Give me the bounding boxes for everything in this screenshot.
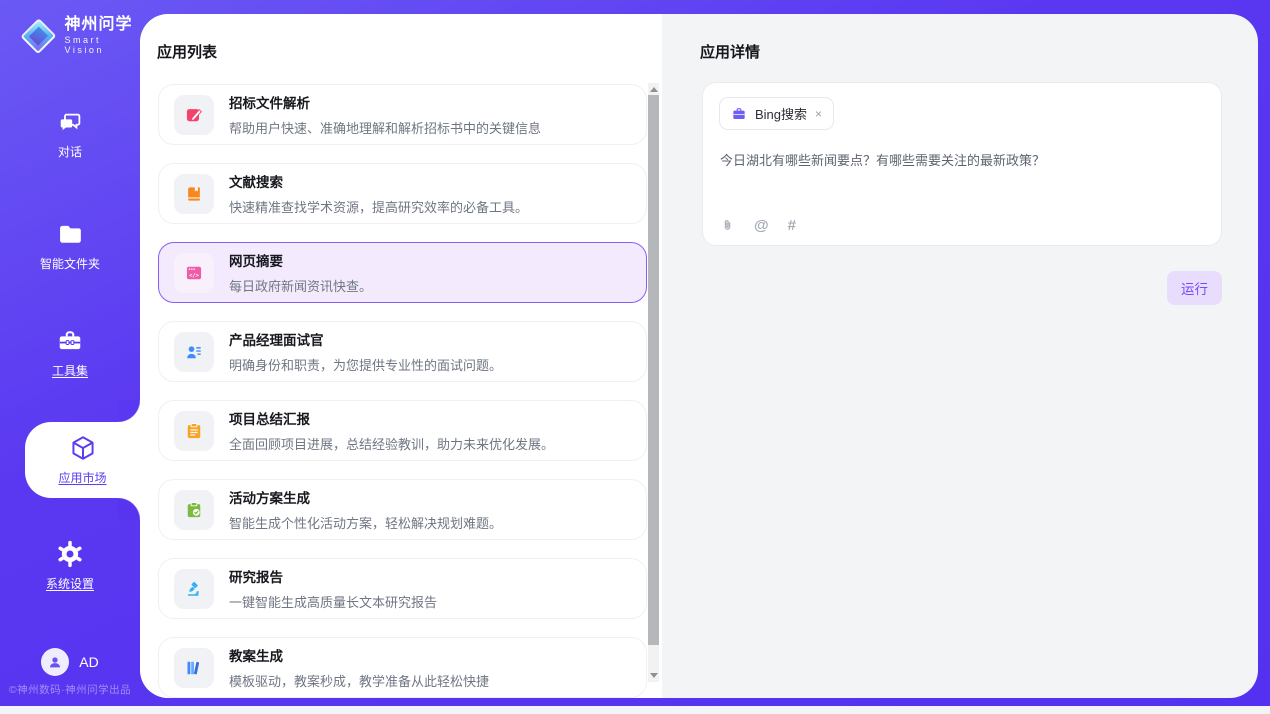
toolbox-icon: [56, 327, 84, 355]
tool-tag-label: Bing搜索: [755, 104, 807, 123]
brand-tagline: Smart Vision: [65, 36, 140, 55]
app-card-web-summary[interactable]: </> 网页摘要 每日政府新闻资讯快查。: [158, 242, 647, 303]
scrollbar-down-arrow[interactable]: [650, 673, 658, 678]
app-card-literature-search[interactable]: 文献搜索 快速精准查找学术资源，提高研究效率的必备工具。: [158, 163, 647, 224]
hash-icon[interactable]: #: [788, 217, 796, 234]
sidebar-item-label: 智能文件夹: [40, 255, 100, 272]
folder-icon: [56, 220, 84, 248]
tool-tag-bing-search[interactable]: Bing搜索 ×: [719, 97, 834, 130]
run-button[interactable]: 运行: [1167, 271, 1222, 305]
app-desc: 明确身份和职责，为您提供专业性的面试问题。: [229, 355, 502, 374]
app-name: 文献搜索: [229, 171, 528, 191]
edit-document-icon: [174, 95, 214, 135]
prompt-toolbar: @ #: [720, 217, 796, 234]
cube-icon: [69, 434, 97, 462]
user-account[interactable]: AD: [0, 648, 140, 676]
app-name: 项目总结汇报: [229, 408, 554, 428]
app-name: 研究报告: [229, 566, 437, 586]
avatar: [41, 648, 69, 676]
sidebar-item-label: 系统设置: [46, 575, 94, 592]
chat-icon: [57, 108, 84, 136]
app-name: 教案生成: [229, 645, 489, 665]
sidebar: 神州问学 Smart Vision 对话 智能文件夹 工具集: [0, 0, 140, 706]
brand-name: 神州问学: [65, 17, 140, 34]
report-clipboard-icon: [174, 411, 214, 451]
app-card-bid-document-parse[interactable]: 招标文件解析 帮助用户快速、准确地理解和解析招标书中的关键信息: [158, 84, 647, 145]
app-desc: 快速精准查找学术资源，提高研究效率的必备工具。: [229, 197, 528, 216]
microscope-icon: [174, 569, 214, 609]
copyright-footer: ©神州数码·神州问学出品: [0, 682, 140, 697]
sidebar-item-label: 工具集: [52, 362, 88, 379]
app-shell: 神州问学 Smart Vision 对话 智能文件夹 工具集: [0, 0, 1270, 706]
brand: 神州问学 Smart Vision: [0, 12, 140, 60]
prompt-card[interactable]: Bing搜索 × 今日湖北有哪些新闻要点？有哪些需要关注的最新政策？ @ #: [702, 82, 1222, 246]
web-code-icon: </>: [174, 253, 214, 293]
app-card-project-summary[interactable]: 项目总结汇报 全面回顾项目进展，总结经验教训，助力未来优化发展。: [158, 400, 647, 461]
app-card-pm-interviewer[interactable]: 产品经理面试官 明确身份和职责，为您提供专业性的面试问题。: [158, 321, 647, 382]
app-name: 活动方案生成: [229, 487, 502, 507]
app-name: 产品经理面试官: [229, 329, 502, 349]
app-card-event-plan[interactable]: 活动方案生成 智能生成个性化活动方案，轻松解决规划难题。: [158, 479, 647, 540]
app-desc: 每日政府新闻资讯快查。: [229, 276, 372, 295]
interviewer-icon: [174, 332, 214, 372]
sidebar-item-settings[interactable]: 系统设置: [0, 540, 140, 592]
sidebar-item-label: 应用市场: [58, 469, 106, 486]
app-detail-panel: 应用详情 Bing搜索 × 今日湖北有哪些新闻要点？有哪些需要关注的最新政策？ …: [662, 14, 1258, 698]
svg-text:</>: </>: [189, 273, 200, 279]
prompt-text[interactable]: 今日湖北有哪些新闻要点？有哪些需要关注的最新政策？: [720, 151, 1201, 171]
app-desc: 智能生成个性化活动方案，轻松解决规划难题。: [229, 513, 502, 532]
close-icon[interactable]: ×: [815, 107, 822, 121]
app-name: 招标文件解析: [229, 92, 541, 112]
app-card-lesson-plan[interactable]: 教案生成 模板驱动，教案秒成，教学准备从此轻松快捷: [158, 637, 647, 698]
app-card-research-report[interactable]: 研究报告 一键智能生成高质量长文本研究报告: [158, 558, 647, 619]
app-detail-title: 应用详情: [700, 41, 760, 62]
app-desc: 全面回顾项目进展，总结经验教训，助力未来优化发展。: [229, 434, 554, 453]
briefcase-icon: [731, 106, 747, 122]
gear-icon: [56, 540, 84, 568]
app-desc: 帮助用户快速、准确地理解和解析招标书中的关键信息: [229, 118, 541, 137]
user-initials: AD: [79, 654, 98, 670]
plan-check-icon: [174, 490, 214, 530]
sidebar-item-toolset[interactable]: 工具集: [0, 327, 140, 379]
scrollbar[interactable]: [648, 83, 659, 682]
app-list-title: 应用列表: [157, 41, 217, 62]
attachment-icon[interactable]: [720, 217, 735, 234]
scrollbar-thumb[interactable]: [648, 95, 659, 645]
app-desc: 模板驱动，教案秒成，教学准备从此轻松快捷: [229, 671, 489, 690]
books-icon: [174, 648, 214, 688]
app-name: 网页摘要: [229, 250, 372, 270]
main-area: 应用列表 招标文件解析 帮助用户快速、准确地理解和解析招标书中的关键信息: [140, 14, 1258, 698]
sidebar-item-label: 对话: [58, 143, 82, 160]
app-desc: 一键智能生成高质量长文本研究报告: [229, 592, 437, 611]
sidebar-item-app-market[interactable]: 应用市场: [25, 422, 140, 498]
app-list-panel: 应用列表 招标文件解析 帮助用户快速、准确地理解和解析招标书中的关键信息: [140, 14, 662, 698]
app-list: 招标文件解析 帮助用户快速、准确地理解和解析招标书中的关键信息 文献搜索 快速精…: [158, 84, 647, 698]
sidebar-item-smart-folder[interactable]: 智能文件夹: [0, 220, 140, 272]
brand-logo-icon: [20, 18, 56, 54]
mention-icon[interactable]: @: [754, 217, 769, 234]
scrollbar-up-arrow[interactable]: [650, 87, 658, 92]
book-icon: [174, 174, 214, 214]
sidebar-item-chat[interactable]: 对话: [0, 108, 140, 160]
